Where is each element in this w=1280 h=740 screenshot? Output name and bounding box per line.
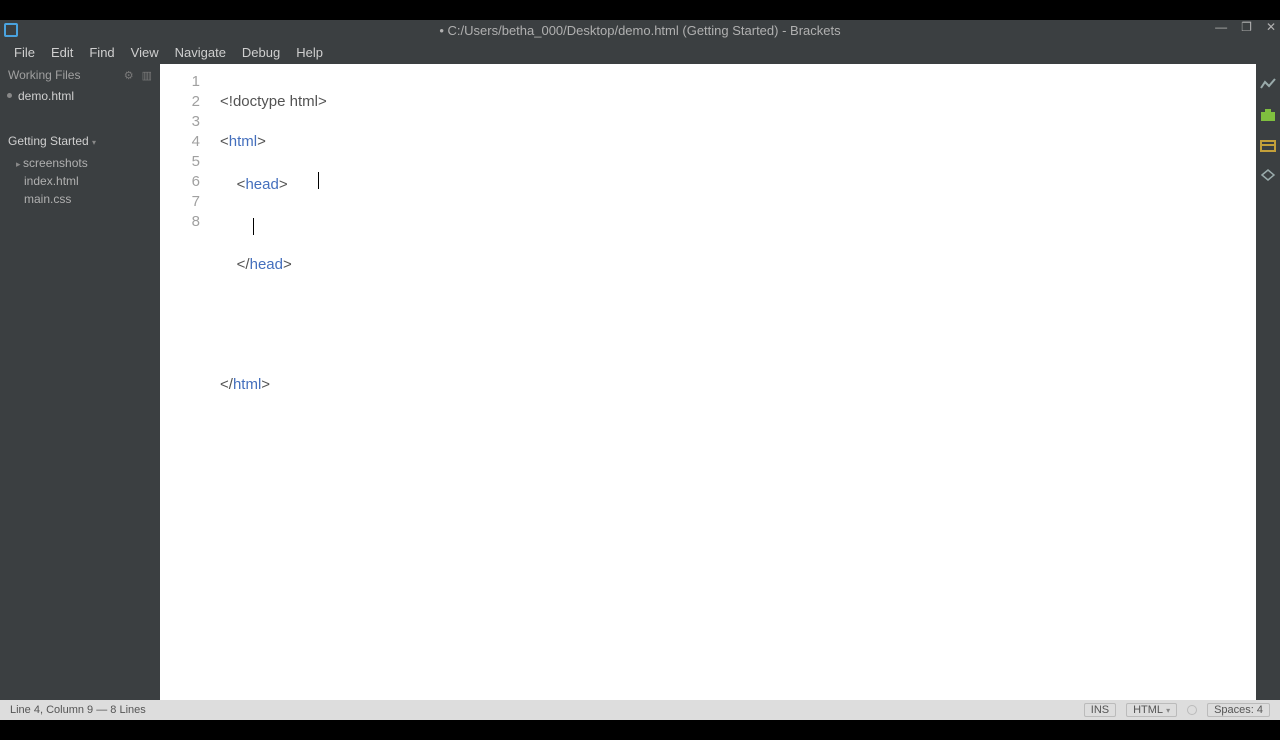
- status-bar: Line 4, Column 9 — 8 Lines INS HTML ▾ Sp…: [0, 700, 1280, 720]
- code-token: >: [257, 133, 266, 150]
- linting-status-icon[interactable]: [1187, 705, 1197, 715]
- language-mode[interactable]: HTML ▾: [1126, 703, 1177, 717]
- line-number: 2: [160, 92, 210, 112]
- working-file-item[interactable]: demo.html: [0, 86, 160, 106]
- code-token: html: [233, 376, 261, 393]
- extension-rail: [1256, 64, 1280, 700]
- code-token: doctype html: [233, 93, 318, 110]
- line-number: 4: [160, 132, 210, 152]
- live-preview-icon[interactable]: [1260, 78, 1276, 92]
- menu-file[interactable]: File: [6, 42, 43, 63]
- working-files-header: Working Files ⚙ ▥: [0, 64, 160, 86]
- chevron-down-icon: ▾: [1166, 706, 1170, 715]
- minimize-button[interactable]: —: [1215, 20, 1227, 34]
- insert-mode-toggle[interactable]: INS: [1084, 703, 1116, 717]
- code-token: <!: [220, 93, 233, 110]
- os-titlebar-spacer: [0, 0, 1280, 20]
- line-gutter: 1 2 3 4 5 6 7 8: [160, 64, 210, 700]
- code-area[interactable]: <!doctype html> <html> <head> </head> </…: [210, 64, 1256, 700]
- text-caret-icon: [318, 172, 319, 189]
- code-token: html: [229, 133, 257, 150]
- main-area: Working Files ⚙ ▥ demo.html Getting Star…: [0, 64, 1280, 700]
- extension-icon-2[interactable]: [1260, 138, 1276, 152]
- window-title: • C:/Users/betha_000/Desktop/demo.html (…: [0, 23, 1280, 38]
- menu-debug[interactable]: Debug: [234, 42, 288, 63]
- code-token: </: [220, 376, 233, 393]
- os-taskbar-spacer: [0, 720, 1280, 740]
- extension-icon-3[interactable]: [1260, 168, 1276, 182]
- close-button[interactable]: ✕: [1266, 20, 1276, 34]
- tree-folder-screenshots[interactable]: screenshots: [0, 154, 160, 172]
- indent-setting[interactable]: Spaces: 4: [1207, 703, 1270, 717]
- code-token: <: [220, 133, 229, 150]
- code-token: [220, 216, 253, 233]
- maximize-button[interactable]: ❐: [1241, 20, 1252, 34]
- code-token: >: [261, 376, 270, 393]
- code-token: >: [279, 176, 288, 193]
- gear-icon[interactable]: ⚙: [124, 69, 134, 82]
- language-label: HTML: [1133, 704, 1163, 716]
- editor[interactable]: 1 2 3 4 5 6 7 8 <!doctype html> <html> <…: [160, 64, 1256, 700]
- cursor-position[interactable]: Line 4, Column 9 — 8 Lines: [10, 704, 146, 716]
- code-token: >: [283, 256, 292, 273]
- menu-bar: File Edit Find View Navigate Debug Help: [0, 40, 1280, 64]
- layout-icon[interactable]: ▥: [142, 69, 152, 82]
- app-logo-icon: [4, 23, 18, 37]
- menu-view[interactable]: View: [123, 42, 167, 63]
- code-token: <: [220, 176, 245, 193]
- line-number: 6: [160, 172, 210, 192]
- working-files-label: Working Files: [8, 68, 80, 82]
- code-token: head: [245, 176, 278, 193]
- window-controls: — ❐ ✕: [1215, 20, 1276, 34]
- project-label: Getting Started: [8, 134, 92, 148]
- chevron-down-icon: ▾: [92, 138, 96, 147]
- menu-find[interactable]: Find: [81, 42, 122, 63]
- line-number: 1: [160, 72, 210, 92]
- code-token: head: [250, 256, 283, 273]
- line-number: 3: [160, 112, 210, 132]
- tree-file-main[interactable]: main.css: [0, 190, 160, 208]
- cursor-icon: [253, 218, 254, 235]
- line-number: 7: [160, 192, 210, 212]
- title-bar: • C:/Users/betha_000/Desktop/demo.html (…: [0, 20, 1280, 40]
- menu-help[interactable]: Help: [288, 42, 331, 63]
- menu-navigate[interactable]: Navigate: [167, 42, 234, 63]
- menu-edit[interactable]: Edit: [43, 42, 81, 63]
- sidebar: Working Files ⚙ ▥ demo.html Getting Star…: [0, 64, 160, 700]
- line-number: 5: [160, 152, 210, 172]
- line-number: 8: [160, 212, 210, 232]
- code-token: </: [220, 256, 250, 273]
- tree-file-index[interactable]: index.html: [0, 172, 160, 190]
- project-dropdown[interactable]: Getting Started ▾: [0, 128, 160, 154]
- code-token: >: [318, 93, 327, 110]
- extension-icon[interactable]: [1260, 108, 1276, 122]
